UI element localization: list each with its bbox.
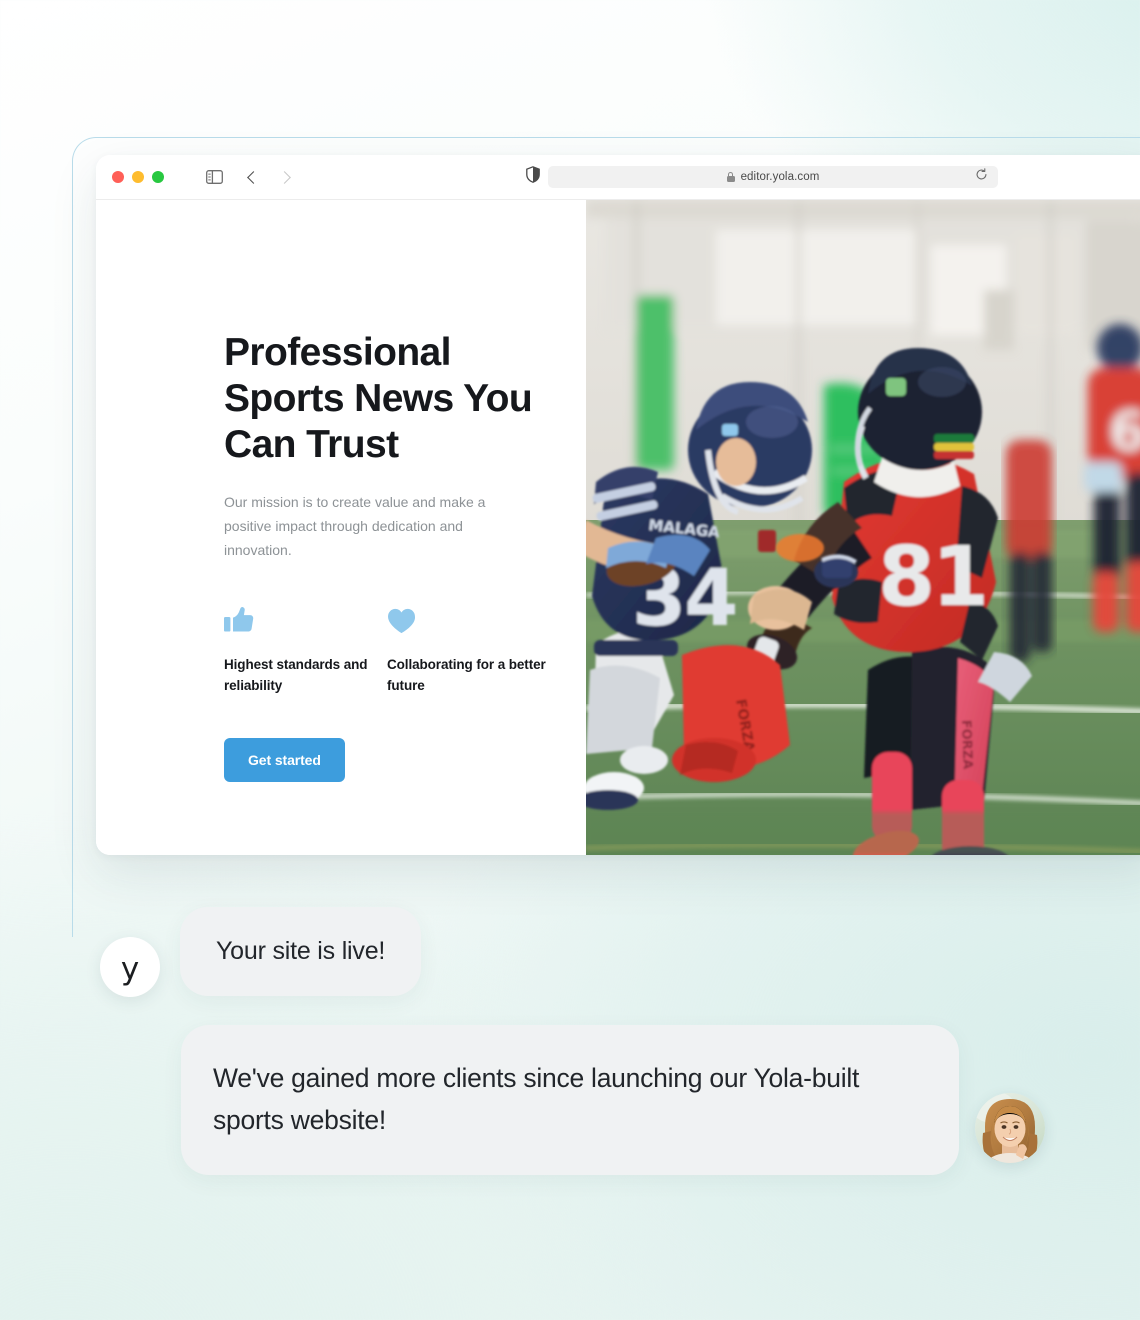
feature-list: Highest standards and reliability Collab… [224,600,586,696]
chat-bubble: We've gained more clients since launchin… [181,1025,959,1175]
get-started-button[interactable]: Get started [224,738,345,782]
feature-label: Highest standards and reliability [224,657,368,693]
browser-url-bar[interactable]: editor.yola.com [548,166,998,188]
avatar-letter: y [120,950,140,987]
hero-photo: 6 34 MALAGA FORZA 81 FORZA [586,200,1140,855]
window-traffic-lights [112,171,164,183]
browser-titlebar: editor.yola.com [96,155,1140,200]
feature-item: Collaborating for a better future [387,600,550,696]
chevron-right-icon [278,170,291,184]
page-title: Professional Sports News You Can Trust [224,331,533,466]
hero-subcopy: Our mission is to create value and make … [224,494,486,558]
yola-logo-avatar: y [100,937,160,997]
minimize-window-dot[interactable] [132,171,144,183]
close-window-dot[interactable] [112,171,124,183]
feature-label: Collaborating for a better future [387,657,546,693]
chevron-left-icon[interactable] [247,170,260,184]
football-photo-illustration: 6 34 MALAGA FORZA 81 FORZA [586,200,1140,855]
svg-text:6: 6 [1109,400,1140,463]
reload-icon[interactable] [975,168,988,186]
website-canvas: Professional Sports News You Can Trust O… [96,200,1140,855]
svg-text:FORZA: FORZA [958,720,975,770]
heart-icon [387,600,550,634]
chat-message-row: y Your site is live! [100,905,422,997]
nav-chevrons [247,170,291,184]
chat-bubble: Your site is live! [180,906,422,996]
user-portrait-illustration [975,1093,1045,1163]
hero-text-column: Professional Sports News You Can Trust O… [96,200,586,855]
maximize-window-dot[interactable] [152,171,164,183]
url-text: editor.yola.com [740,171,820,183]
feature-item: Highest standards and reliability [224,600,387,696]
user-photo-avatar [975,1093,1045,1163]
thumbs-up-icon [224,600,387,634]
svg-text:81: 81 [878,530,986,625]
lock-icon [726,172,735,182]
sidebar-toggle-icon[interactable] [206,170,223,184]
browser-nav-controls [206,170,291,184]
shield-privacy-icon[interactable] [526,166,540,188]
browser-window: editor.yola.com Professional Sports News… [96,155,1140,855]
